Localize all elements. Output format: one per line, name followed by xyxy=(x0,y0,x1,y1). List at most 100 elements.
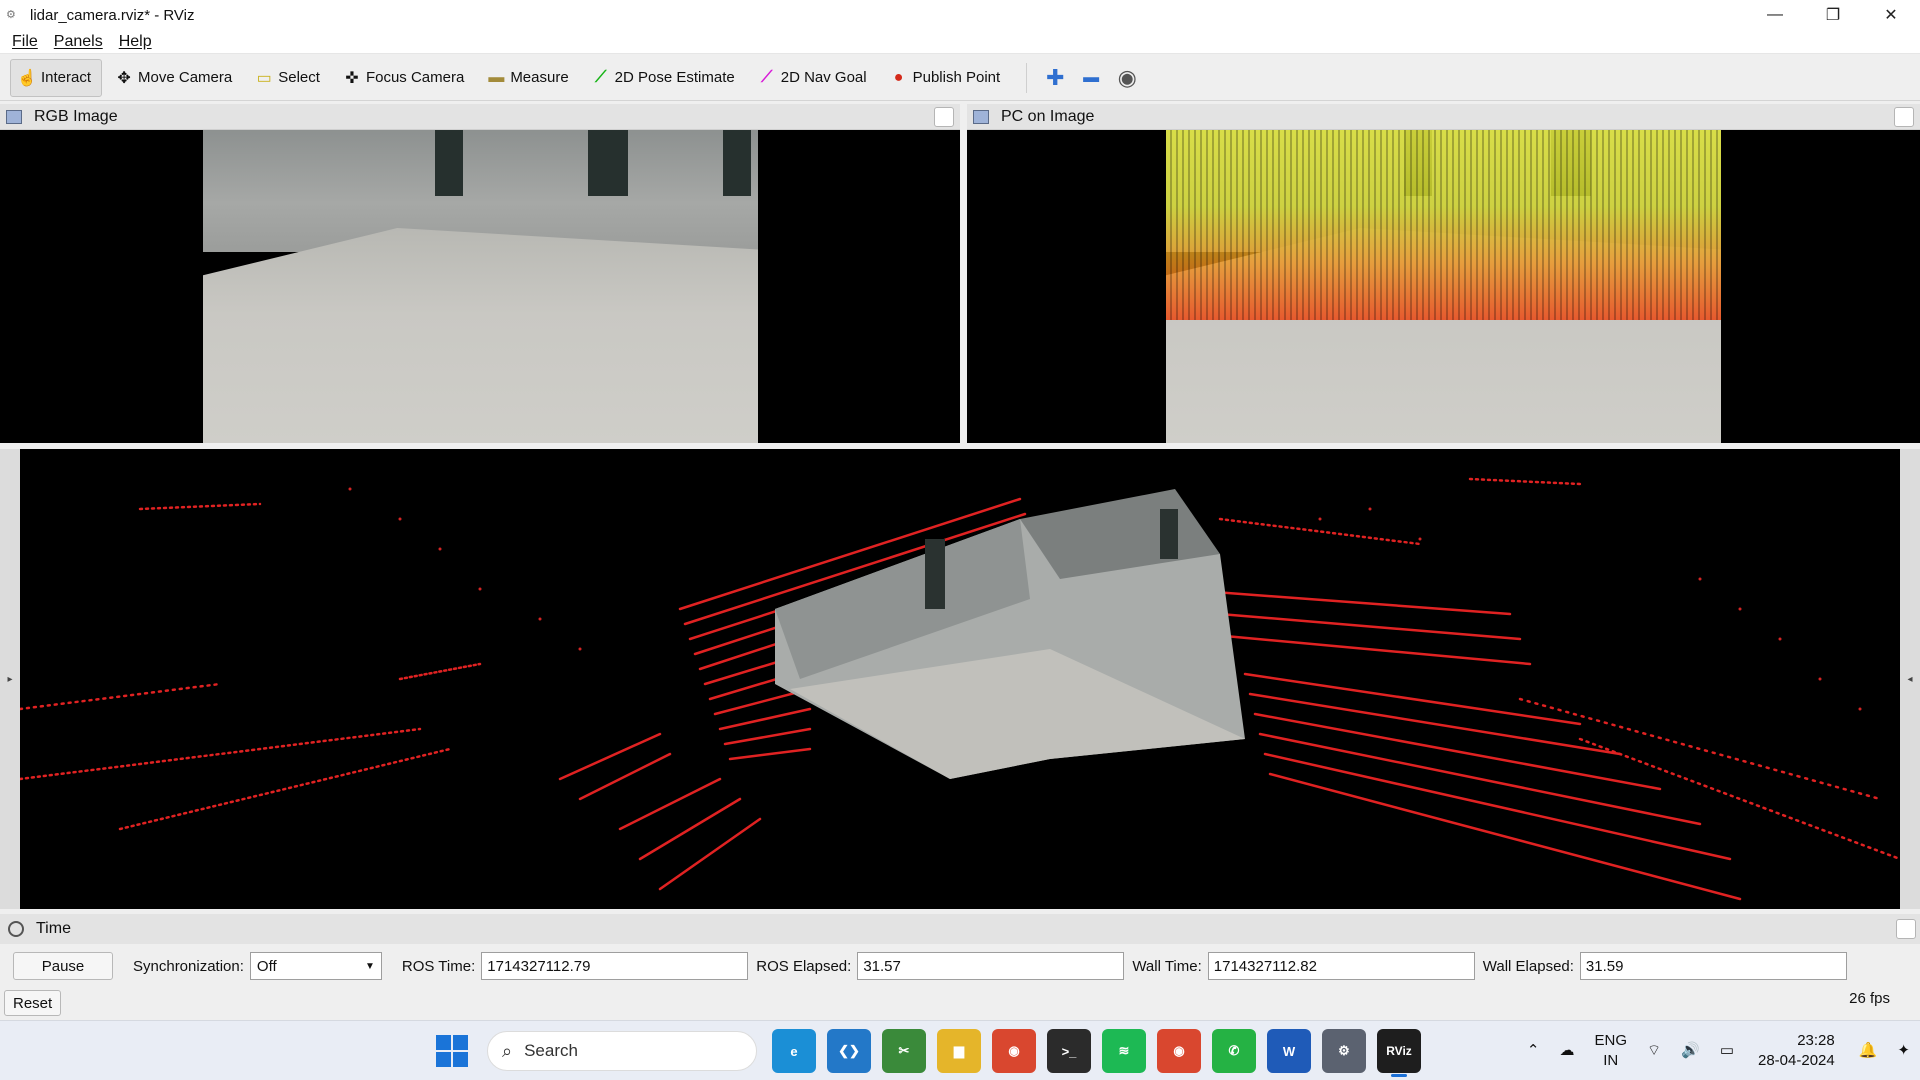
window-controls: — ❐ ✕ xyxy=(1746,0,1920,30)
remove-tool-icon[interactable]: ▬ xyxy=(1073,60,1109,96)
taskbar: ⌕ Search e ❮❯ ✂ ▆ ◉ >_ ≋ ◉ ✆ W ⚙ RViz ⌃ … xyxy=(0,1020,1920,1080)
maximize-button[interactable]: ❐ xyxy=(1804,0,1862,30)
camera-frame xyxy=(1166,130,1721,443)
chevron-up-icon[interactable]: ⌃ xyxy=(1527,1041,1540,1061)
menu-file[interactable]: File xyxy=(12,33,38,51)
chrome-icon[interactable]: ◉ xyxy=(992,1029,1036,1073)
settings-icon[interactable]: ⚙ xyxy=(1322,1029,1366,1073)
panel-float-checkbox[interactable] xyxy=(1894,107,1914,127)
battery-icon[interactable]: ▭ xyxy=(1720,1041,1734,1061)
camera-door xyxy=(588,130,628,196)
windows-start-icon[interactable] xyxy=(436,1035,468,1067)
tool-label: Focus Camera xyxy=(365,69,465,86)
lang-line1: ENG xyxy=(1594,1032,1628,1049)
menu-help[interactable]: Help xyxy=(119,33,152,51)
panel-header: Time xyxy=(0,914,1920,944)
image-panel-icon xyxy=(973,109,989,124)
chrome-profile-icon[interactable]: ◉ xyxy=(1157,1029,1201,1073)
right-dock-toggle[interactable]: ◂ xyxy=(1900,449,1920,909)
lang-line2: IN xyxy=(1603,1052,1619,1069)
minimize-button[interactable]: — xyxy=(1746,0,1804,30)
tool-label: Interact xyxy=(41,69,92,86)
menu-bar: File Panels Help xyxy=(0,30,1920,54)
move-camera-icon: ✥ xyxy=(117,69,131,87)
left-dock-toggle[interactable]: ▸ xyxy=(0,449,20,909)
map-pin-icon: ● xyxy=(893,68,904,86)
reset-row: Reset xyxy=(4,990,62,1016)
sync-label: Synchronization: xyxy=(133,957,244,975)
reset-button[interactable]: Reset xyxy=(4,990,62,1016)
add-tool-icon[interactable]: ✚ xyxy=(1037,60,1073,96)
panel-title: Time xyxy=(36,920,71,937)
rgb-image-view[interactable] xyxy=(0,130,960,443)
ros-time-field[interactable]: 1714327112.79 xyxy=(481,952,749,980)
volume-icon[interactable]: 🔊 xyxy=(1681,1041,1700,1061)
3d-render-view[interactable]: ▸ ◂ xyxy=(0,449,1920,909)
panel-title: RGB Image xyxy=(34,107,118,125)
snipping-icon[interactable]: ✂ xyxy=(882,1029,926,1073)
pc-image-view[interactable] xyxy=(967,130,1920,443)
nav-arrow-icon: ⟋ xyxy=(761,68,773,86)
tool-interact[interactable]: ☝ Interact xyxy=(10,58,103,97)
tool-move-camera[interactable]: ✥ Move Camera xyxy=(108,59,242,97)
file-explorer-icon[interactable]: ▆ xyxy=(937,1029,981,1073)
image-panel-icon xyxy=(6,109,22,124)
camera-floor xyxy=(203,228,758,443)
ros-elapsed-field[interactable]: 31.57 xyxy=(857,952,1125,980)
tool-measure[interactable]: ▬ Measure xyxy=(480,59,578,97)
ruler-icon: ▬ xyxy=(488,68,505,86)
notification-bell-icon[interactable]: 🔔 xyxy=(1859,1041,1878,1061)
panel-float-checkbox[interactable] xyxy=(934,107,954,127)
tool-label: Move Camera xyxy=(138,69,233,86)
rgb-image-panel: RGB Image xyxy=(0,104,960,443)
tool-focus-camera[interactable]: ✜ Focus Camera xyxy=(336,59,474,97)
title-bar: ⚙ lidar_camera.rviz* - RViz — ❐ ✕ xyxy=(0,0,1920,30)
focus-camera-icon: ✜ xyxy=(345,69,359,87)
chevron-down-icon: ▼ xyxy=(365,960,375,972)
close-button[interactable]: ✕ xyxy=(1862,0,1920,30)
tool-publish-point[interactable]: ● Publish Point xyxy=(883,59,1011,97)
ros-elapsed-label: ROS Elapsed: xyxy=(756,957,852,975)
camera-type-icon[interactable]: ◉ xyxy=(1109,60,1145,96)
fps-readout: 26 fps xyxy=(1849,990,1890,1007)
language-indicator[interactable]: ENG IN xyxy=(1595,1031,1628,1071)
search-label: Search xyxy=(524,1041,578,1060)
tool-select[interactable]: ▭ Select xyxy=(248,59,330,97)
wall-elapsed-field[interactable]: 31.59 xyxy=(1579,952,1847,980)
tool-label: 2D Nav Goal xyxy=(780,69,867,86)
tool-label: Select xyxy=(278,69,320,86)
pose-arrow-icon: ⟋ xyxy=(595,68,607,86)
select-box-icon: ▭ xyxy=(256,69,272,87)
rviz-icon[interactable]: RViz xyxy=(1377,1029,1421,1077)
wifi-icon[interactable]: ⌔ xyxy=(1647,1041,1661,1061)
time-panel: Time Pause Synchronization: Off ▼ ROS Ti… xyxy=(0,914,1920,1020)
menu-panels[interactable]: Panels xyxy=(54,33,103,51)
onedrive-icon[interactable]: ☁ xyxy=(1560,1041,1575,1061)
taskbar-clock[interactable]: 23:28 28-04-2024 xyxy=(1758,1031,1835,1071)
tool-label: Measure xyxy=(510,69,569,86)
wall-time-field[interactable]: 1714327112.82 xyxy=(1207,952,1475,980)
copilot-icon[interactable]: ✦ xyxy=(1897,1041,1910,1061)
panel-header: RGB Image xyxy=(0,104,960,130)
vscode-icon[interactable]: ❮❯ xyxy=(827,1029,871,1073)
wall-elapsed-label: Wall Elapsed: xyxy=(1482,957,1574,975)
tool-2d-nav-goal[interactable]: ⟋ 2D Nav Goal xyxy=(751,59,877,97)
pause-button[interactable]: Pause xyxy=(13,952,113,980)
tool-2d-pose-estimate[interactable]: ⟋ 2D Pose Estimate xyxy=(585,59,745,97)
word-icon[interactable]: W xyxy=(1267,1029,1311,1073)
panel-header: PC on Image xyxy=(967,104,1920,130)
whatsapp-icon[interactable]: ✆ xyxy=(1212,1029,1256,1073)
clock-icon xyxy=(8,921,24,937)
taskbar-search[interactable]: ⌕ Search xyxy=(487,1031,757,1071)
clock-date: 28-04-2024 xyxy=(1758,1052,1835,1069)
camera-door xyxy=(435,130,463,196)
time-controls-row: Pause Synchronization: Off ▼ ROS Time: 1… xyxy=(0,950,1920,982)
panel-float-checkbox[interactable] xyxy=(1896,919,1916,939)
projected-point-cloud xyxy=(1166,130,1721,320)
search-icon: ⌕ xyxy=(502,1040,513,1061)
camera-frame xyxy=(203,130,758,443)
sync-select[interactable]: Off ▼ xyxy=(249,952,382,980)
spotify-icon[interactable]: ≋ xyxy=(1102,1029,1146,1073)
terminal-icon[interactable]: >_ xyxy=(1047,1029,1091,1073)
edge-icon[interactable]: e xyxy=(772,1029,816,1073)
